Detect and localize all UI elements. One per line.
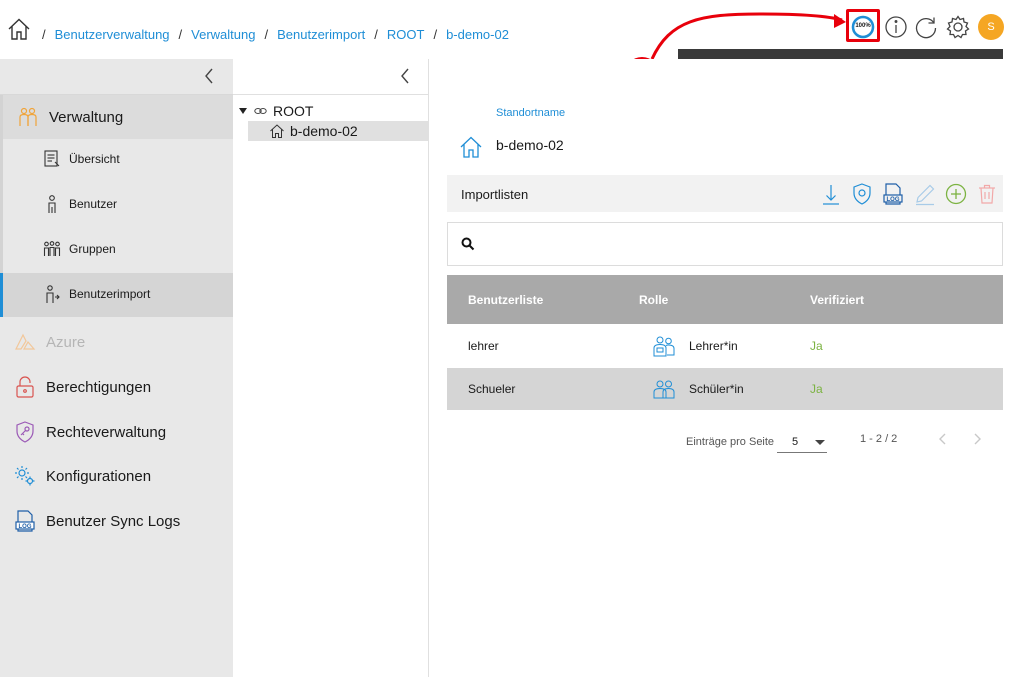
svg-text:LOG: LOG — [19, 524, 32, 530]
sidebar-section-label: Rechteverwaltung — [46, 423, 167, 441]
location-name-label: Standortname — [496, 107, 566, 119]
breadcrumb-benutzerverwaltung[interactable]: Benutzerverwaltung — [55, 27, 170, 42]
tree-node-root[interactable]: ROOT — [238, 102, 313, 120]
caret-down-icon — [815, 440, 825, 445]
sidebar-item-label: Übersicht — [69, 152, 120, 166]
add-circle-icon[interactable] — [944, 182, 968, 206]
home-icon — [459, 135, 483, 159]
sidebar-section-label: Azure — [46, 333, 86, 351]
breadcrumb-separator: / — [264, 27, 269, 42]
sidebar-section-label: Verwaltung — [49, 108, 124, 126]
sidebar-section-label: Benutzer Sync Logs — [46, 512, 181, 530]
sidebar-section-benutzer-sync-logs[interactable]: LOG Benutzer Sync Logs — [0, 499, 233, 543]
delete-trash-icon[interactable] — [975, 182, 999, 206]
sidebar-item-benutzer[interactable]: Benutzer — [0, 183, 233, 227]
admin-users-icon — [16, 105, 40, 129]
cell-list-name: lehrer — [468, 339, 499, 353]
tree-node-label: ROOT — [273, 103, 314, 119]
tree-node-location[interactable]: b-demo-02 — [248, 121, 428, 141]
column-header-verifiziert[interactable]: Verifiziert — [810, 293, 864, 307]
location-name-value: b-demo-02 — [496, 137, 564, 153]
page-range: 1 - 2 / 2 — [860, 433, 898, 445]
download-icon[interactable] — [819, 182, 843, 206]
breadcrumb-separator: / — [374, 27, 378, 42]
cell-verified: Ja — [810, 382, 823, 396]
azure-icon — [13, 330, 37, 354]
home-icon[interactable] — [7, 17, 31, 41]
user-avatar[interactable]: S — [978, 14, 1004, 40]
cell-verified: Ja — [810, 339, 823, 353]
next-page-chevron-right-icon[interactable] — [969, 431, 985, 447]
breadcrumb-verwaltung[interactable]: Verwaltung — [191, 27, 255, 42]
entries-per-page-value: 5 — [792, 436, 799, 448]
breadcrumb-location[interactable]: b-demo-02 — [446, 27, 509, 42]
lock-icon — [13, 375, 37, 399]
tree-collapse-chevron-left-icon[interactable] — [396, 66, 414, 86]
breadcrumb-separator: / — [433, 27, 438, 42]
import-lists-toolbar: Importlisten LOG — [447, 175, 1003, 212]
tree-divider — [233, 94, 429, 95]
column-header-rolle[interactable]: Rolle — [639, 293, 668, 307]
breadcrumb-separator: / — [178, 27, 183, 42]
user-import-icon — [42, 284, 62, 304]
sidebar-section-verwaltung[interactable]: Verwaltung — [0, 95, 233, 139]
verify-shield-icon[interactable] — [850, 182, 874, 206]
cell-role: Lehrer*in — [689, 339, 738, 353]
prev-page-chevron-left-icon[interactable] — [935, 431, 951, 447]
search-input[interactable] — [484, 233, 984, 257]
log-file-icon: LOG — [13, 509, 37, 533]
location-tree-panel: ROOT b-demo-02 — [233, 59, 429, 677]
group-icon — [42, 239, 62, 259]
svg-text:LOG: LOG — [887, 197, 900, 203]
search-field — [447, 222, 1003, 266]
entries-per-page-label: Einträge pro Seite — [686, 436, 775, 448]
column-header-benutzerliste[interactable]: Benutzerliste — [468, 293, 543, 307]
breadcrumb-benutzerimport[interactable]: Benutzerimport — [277, 27, 365, 42]
sidebar-item-label: Benutzer — [69, 197, 118, 211]
progress-percent: 100% — [855, 23, 871, 29]
cell-list-name: Schueler — [468, 382, 516, 396]
breadcrumb: / Benutzerverwaltung / Verwaltung / Benu… — [42, 27, 518, 42]
info-icon[interactable] — [883, 14, 909, 40]
table-row[interactable]: lehrer Lehrer*in Ja — [447, 325, 1003, 367]
import-progress-icon[interactable]: 100% — [850, 14, 876, 40]
shield-key-icon — [13, 420, 37, 444]
home-icon — [269, 123, 285, 139]
search-icon — [461, 237, 475, 251]
tree-node-label: b-demo-02 — [290, 123, 358, 139]
sidebar-section-rechteverwaltung[interactable]: Rechteverwaltung — [0, 410, 233, 454]
teacher-role-icon — [651, 333, 677, 359]
table-row[interactable]: Schueler Schüler*in Ja — [447, 368, 1003, 410]
breadcrumb-separator: / — [42, 27, 46, 42]
pagination: Einträge pro Seite 5 1 - 2 / 2 — [686, 431, 1006, 455]
student-role-icon — [651, 376, 677, 402]
cell-role: Schüler*in — [689, 382, 744, 396]
sidebar-item-label: Gruppen — [69, 242, 116, 256]
sidebar-section-azure[interactable]: Azure — [0, 320, 233, 364]
sidebar-item-label: Benutzerimport — [69, 287, 151, 301]
sidebar-section-label: Berechtigungen — [46, 378, 152, 396]
entries-per-page-select[interactable]: 5 — [777, 431, 827, 453]
sidebar-item-gruppen[interactable]: Gruppen — [0, 228, 233, 272]
sidebar-item-benutzerimport[interactable]: Benutzerimport — [0, 273, 233, 317]
link-chain-icon — [254, 106, 267, 116]
import-lists-title: Importlisten — [461, 187, 529, 202]
refresh-icon[interactable] — [913, 14, 939, 40]
log-icon[interactable]: LOG — [881, 182, 905, 206]
sidebar-section-label: Konfigurationen — [46, 467, 152, 485]
overview-document-icon — [42, 149, 62, 169]
sidebar: Verwaltung Übersicht Benutzer Gruppen Be… — [0, 59, 233, 677]
table-header: Benutzerliste Rolle Verifiziert — [447, 275, 1003, 324]
sidebar-section-konfigurationen[interactable]: Konfigurationen — [0, 454, 233, 498]
settings-gear-icon[interactable] — [945, 14, 971, 40]
main-content: Standortname b-demo-02 Importlisten LOG — [430, 59, 1010, 677]
sidebar-collapse-chevron-left-icon[interactable] — [200, 66, 218, 86]
user-icon — [42, 194, 62, 214]
gears-icon — [13, 464, 37, 488]
edit-pencil-icon[interactable] — [913, 182, 937, 206]
breadcrumb-root[interactable]: ROOT — [387, 27, 425, 42]
sidebar-section-berechtigungen[interactable]: Berechtigungen — [0, 365, 233, 409]
caret-down-icon[interactable] — [238, 106, 248, 116]
sidebar-item-uebersicht[interactable]: Übersicht — [0, 138, 233, 182]
